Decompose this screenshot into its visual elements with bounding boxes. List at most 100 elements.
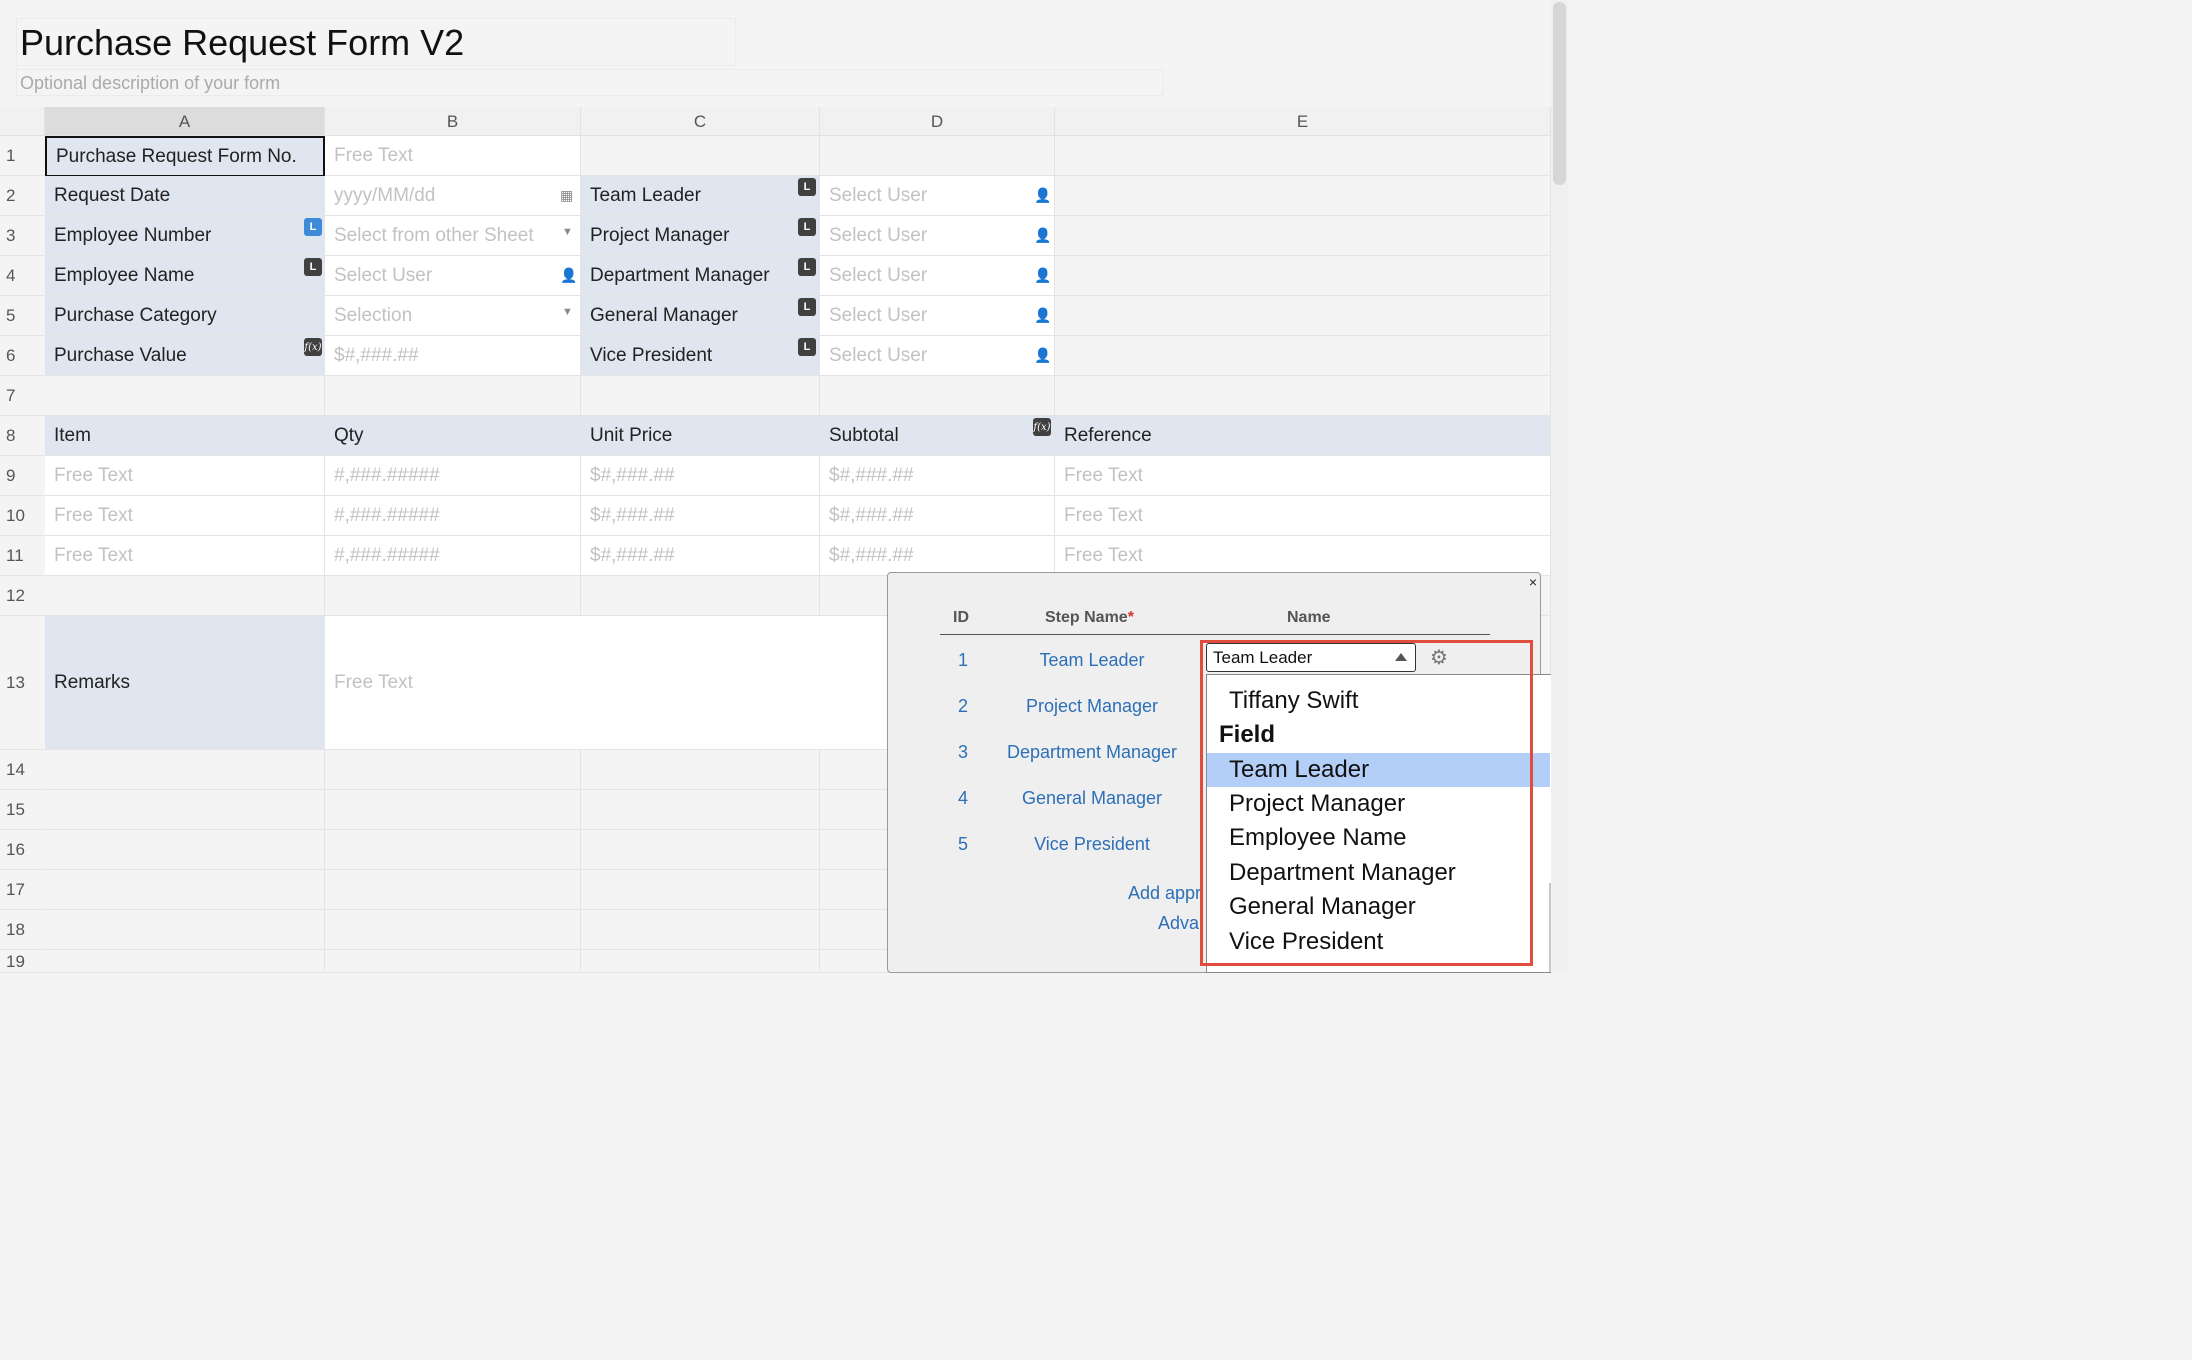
cell-c8-unit-price-header[interactable]: Unit Price [581,416,820,456]
row-number[interactable]: 17 [0,870,44,910]
cell-empty[interactable] [45,870,325,910]
column-header-e[interactable]: E [1055,107,1551,136]
row-number[interactable]: 4 [0,256,44,296]
cell-empty[interactable] [45,950,325,973]
cell-empty[interactable] [581,750,820,790]
column-header-d[interactable]: D [820,107,1055,136]
cell-empty[interactable] [581,870,820,910]
cell-d3-select-user[interactable]: Select User [820,216,1055,256]
cell-empty[interactable] [325,750,581,790]
step-name-link[interactable]: General Manager [972,788,1212,809]
cell-d11-subtotal[interactable]: $#,###.## [820,536,1055,576]
cell-a5-purchase-category-label[interactable]: Purchase Category [45,296,325,336]
row-number[interactable]: 15 [0,790,44,830]
cell-empty[interactable] [325,910,581,950]
cell-d4-select-user[interactable]: Select User [820,256,1055,296]
cell-c11-unit-price[interactable]: $#,###.## [581,536,820,576]
cell-e4[interactable] [1055,256,1551,296]
cell-b2-date-field[interactable]: yyyy/MM/dd [325,176,581,216]
row-number[interactable]: 9 [0,456,44,496]
cell-a3-employee-number-label[interactable]: Employee Number [45,216,325,256]
cell-b7[interactable] [325,376,581,416]
cell-b8-qty-header[interactable]: Qty [325,416,581,456]
cell-a13-remarks-label[interactable]: Remarks [45,616,325,750]
cell-empty[interactable] [45,910,325,950]
cell-a12[interactable] [45,576,325,616]
cell-empty[interactable] [45,830,325,870]
cell-empty[interactable] [581,950,820,973]
cell-c6-vice-president-label[interactable]: Vice President [581,336,820,376]
cell-a6-purchase-value-label[interactable]: Purchase Value [45,336,325,376]
row-number[interactable]: 14 [0,750,44,790]
row-number[interactable]: 7 [0,376,44,416]
cell-b3-sheet-lookup[interactable]: Select from other Sheet [325,216,581,256]
cell-empty[interactable] [45,750,325,790]
row-number[interactable]: 2 [0,176,44,216]
user-icon[interactable]: 👤 [1034,227,1051,244]
cell-empty[interactable] [325,830,581,870]
user-icon[interactable]: 👤 [1034,267,1051,284]
column-header-c[interactable]: C [581,107,820,136]
cell-a10-item[interactable]: Free Text [45,496,325,536]
cell-b4-select-user[interactable]: Select User [325,256,581,296]
row-number[interactable]: 12 [0,576,44,616]
cell-d8-subtotal-header[interactable]: Subtotal [820,416,1055,456]
user-icon[interactable]: 👤 [1034,307,1051,324]
column-header-b[interactable]: B [325,107,581,136]
close-icon[interactable]: × [1529,574,1537,590]
row-number[interactable]: 13 [0,616,44,750]
scrollbar-thumb[interactable] [1553,2,1566,185]
cell-empty[interactable] [581,790,820,830]
row-number[interactable]: 1 [0,136,44,176]
cell-e11-reference[interactable]: Free Text [1055,536,1551,576]
cell-e5[interactable] [1055,296,1551,336]
cell-c2-team-leader-label[interactable]: Team Leader [581,176,820,216]
row-number[interactable]: 6 [0,336,44,376]
cell-empty[interactable] [325,790,581,830]
user-icon[interactable]: 👤 [560,267,577,284]
cell-d1[interactable] [820,136,1055,176]
cell-b5-selection[interactable]: Selection [325,296,581,336]
cell-c1[interactable] [581,136,820,176]
step-name-link[interactable]: Department Manager [972,742,1212,763]
row-number[interactable]: 8 [0,416,44,456]
cell-e1[interactable] [1055,136,1551,176]
add-approval-step-link[interactable]: Add appr [1128,883,1200,904]
cell-d10-subtotal[interactable]: $#,###.## [820,496,1055,536]
row-number[interactable]: 19 [0,950,44,973]
cell-c7[interactable] [581,376,820,416]
cell-empty[interactable] [45,790,325,830]
cell-a9-item[interactable]: Free Text [45,456,325,496]
user-icon[interactable]: 👤 [1034,187,1051,204]
cell-b6-currency[interactable]: $#,###.## [325,336,581,376]
row-number[interactable]: 16 [0,830,44,870]
cell-d7[interactable] [820,376,1055,416]
cell-empty[interactable] [581,830,820,870]
advanced-settings-link[interactable]: Adva [1158,913,1200,934]
cell-e10-reference[interactable]: Free Text [1055,496,1551,536]
cell-b1-free-text[interactable]: Free Text [325,136,581,176]
cell-c3-project-manager-label[interactable]: Project Manager [581,216,820,256]
cell-e6[interactable] [1055,336,1551,376]
cell-c5-general-manager-label[interactable]: General Manager [581,296,820,336]
cell-empty[interactable] [325,870,581,910]
cell-d2-select-user[interactable]: Select User [820,176,1055,216]
row-number[interactable]: 11 [0,536,44,576]
row-number[interactable]: 5 [0,296,44,336]
step-name-link[interactable]: Vice President [972,834,1212,855]
calendar-icon[interactable]: ▦ [560,187,573,204]
cell-empty[interactable] [325,950,581,973]
cell-a4-employee-name-label[interactable]: Employee Name [45,256,325,296]
cell-b9-qty[interactable]: #,###.##### [325,456,581,496]
cell-e9-reference[interactable]: Free Text [1055,456,1551,496]
cell-e2[interactable] [1055,176,1551,216]
cell-c12[interactable] [581,576,820,616]
cell-a1-form-number-label[interactable]: Purchase Request Form No. [45,136,325,177]
cell-e8-reference-header[interactable]: Reference [1055,416,1551,456]
cell-d5-select-user[interactable]: Select User [820,296,1055,336]
cell-a8-item-header[interactable]: Item [45,416,325,456]
row-number[interactable]: 10 [0,496,44,536]
cell-b11-qty[interactable]: #,###.##### [325,536,581,576]
step-name-link[interactable]: Team Leader [972,650,1212,671]
cell-c4-department-manager-label[interactable]: Department Manager [581,256,820,296]
